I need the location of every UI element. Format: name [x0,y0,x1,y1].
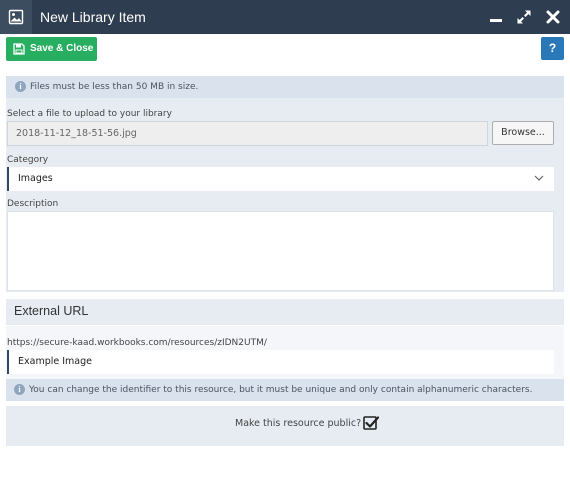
identifier-notice: i You can change the identifier to this … [6,379,564,401]
info-icon: i [15,81,26,92]
minimize-icon[interactable] [488,9,504,25]
make-public-checkbox[interactable] [363,415,379,431]
maximize-icon[interactable] [516,9,532,25]
floppy-disk-icon [13,43,25,55]
window-icon-box [0,0,32,34]
description-textarea[interactable] [7,211,554,291]
file-size-notice: i Files must be less than 50 MB in size. [6,76,564,98]
close-icon[interactable] [545,9,561,25]
make-public-label: Make this resource public? [235,418,362,429]
file-size-notice-text: Files must be less than 50 MB in size. [30,82,199,92]
identifier-notice-text: You can change the identifier to this re… [29,385,533,395]
save-and-close-label: Save & Close [30,43,94,54]
identifier-input[interactable]: Example Image [7,350,554,374]
chevron-down-icon [534,175,544,181]
category-select[interactable]: Images [7,167,554,191]
save-and-close-button[interactable]: Save & Close [6,37,97,61]
browse-button[interactable]: Browse... [492,121,554,145]
description-label: Description [7,199,59,209]
image-icon [8,9,24,25]
file-path-field[interactable]: 2018-11-12_18-51-56.jpg [7,121,488,146]
external-url-header [6,299,564,325]
category-selected-value: Images [18,173,53,184]
external-url-heading: External URL [14,304,89,318]
help-button[interactable]: ? [541,37,564,60]
info-icon: i [14,384,25,395]
window-titlebar: New Library Item [0,0,570,34]
window-title: New Library Item [40,9,146,25]
category-label: Category [7,155,49,165]
base-url-text: https://secure-kaad.workbooks.com/resour… [7,338,267,348]
file-upload-label: Select a file to upload to your library [7,109,172,119]
